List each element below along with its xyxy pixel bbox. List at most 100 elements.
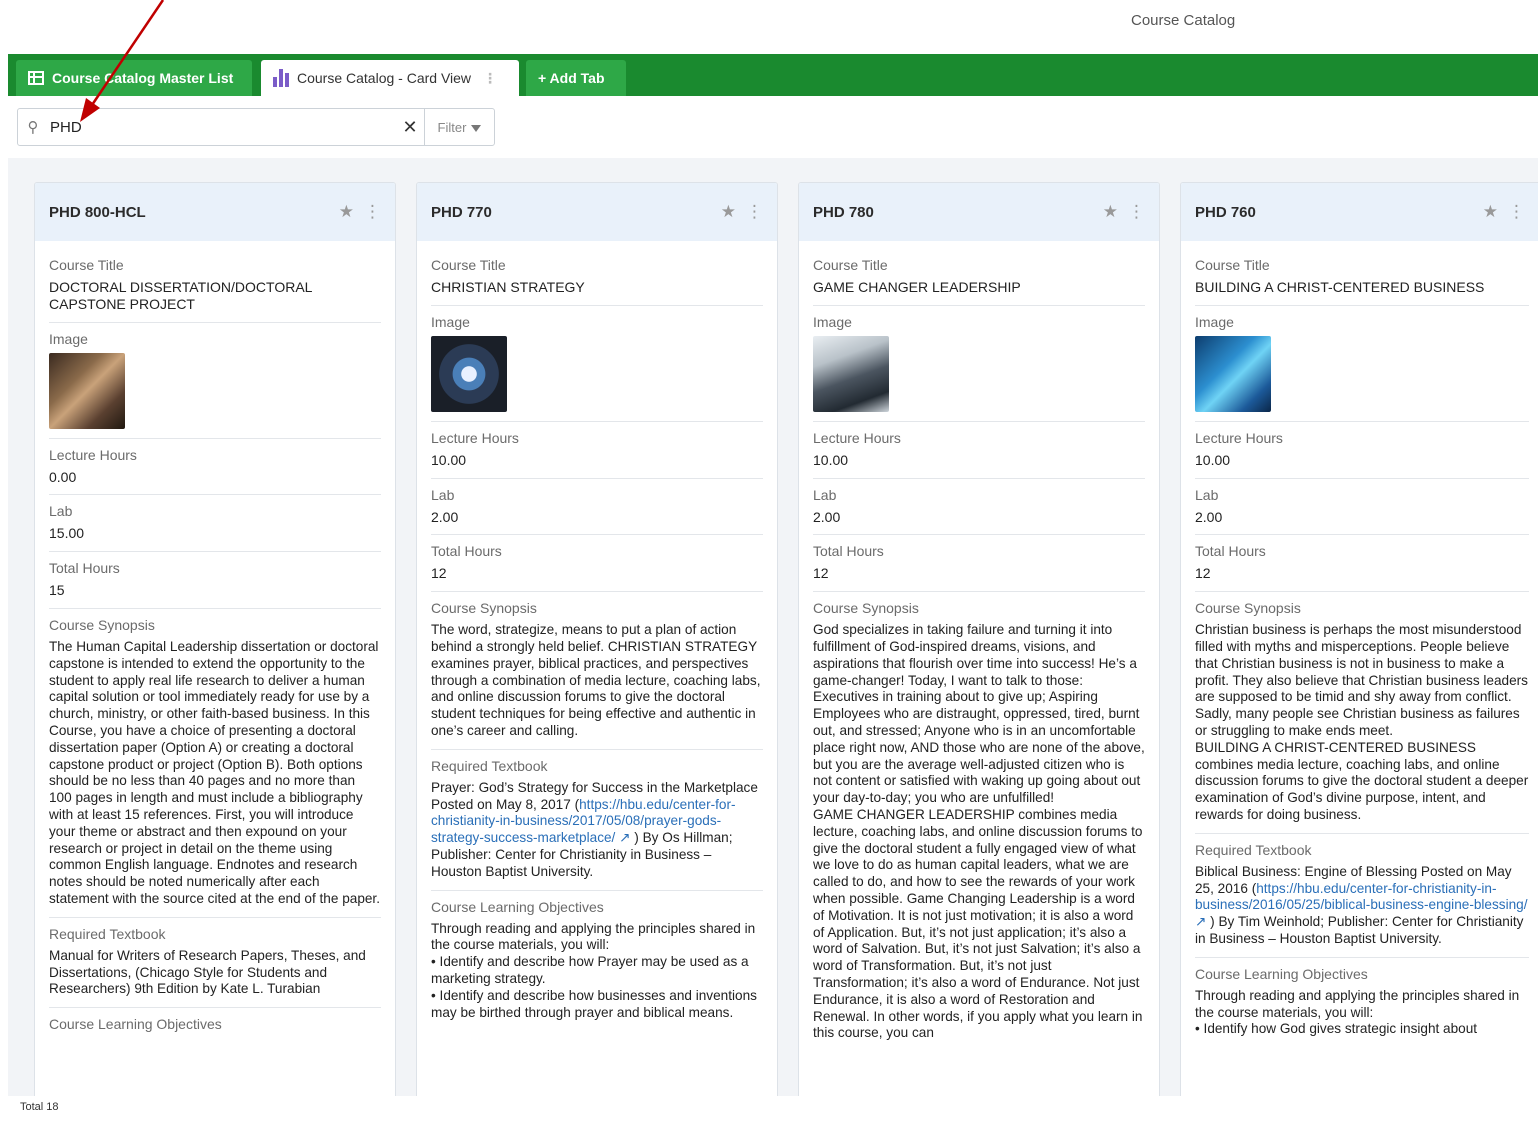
lab-hours: 2.00 bbox=[1195, 508, 1223, 525]
search-bar: ⚲ ✕ Filter bbox=[17, 108, 495, 146]
course-card[interactable]: PHD 770 ★ ⋮ Course Title CHRISTIAN STRAT… bbox=[416, 182, 778, 1096]
card-header: PHD 760 ★ ⋮ bbox=[1181, 183, 1538, 241]
course-title: DOCTORAL DISSERTATION/DOCTORAL CAPSTONE … bbox=[49, 279, 312, 312]
field-label: Lab bbox=[431, 486, 455, 503]
field-label: Course Title bbox=[49, 257, 124, 273]
field-label: Course Title bbox=[813, 257, 888, 273]
field-label: Image bbox=[431, 313, 470, 330]
field-label: Course Synopsis bbox=[813, 600, 919, 617]
course-synopsis: Christian business is perhaps the most m… bbox=[1195, 622, 1529, 822]
more-options-icon[interactable]: ⋮ bbox=[1508, 202, 1525, 222]
total-hours: 15 bbox=[49, 582, 65, 599]
field-label: Course Learning Objectives bbox=[49, 1016, 222, 1033]
field-label: Lab bbox=[49, 503, 73, 520]
course-synopsis: The Human Capital Leadership dissertatio… bbox=[49, 638, 380, 906]
add-tab-label: + Add Tab bbox=[538, 70, 605, 86]
field-label: Required Textbook bbox=[49, 925, 166, 942]
course-image[interactable] bbox=[431, 335, 507, 412]
record-count: Total 18 bbox=[0, 1096, 1538, 1121]
lecture-hours: 10.00 bbox=[1195, 451, 1231, 468]
filter-button[interactable]: Filter bbox=[424, 109, 494, 145]
field-label: Course Synopsis bbox=[49, 616, 155, 633]
lab-hours: 2.00 bbox=[813, 508, 841, 525]
field-label: Course Learning Objectives bbox=[431, 898, 604, 915]
more-options-icon[interactable]: ⋮ bbox=[1128, 202, 1145, 222]
field-label: Total Hours bbox=[1195, 543, 1266, 560]
course-learning-objectives: Through reading and applying the princip… bbox=[1195, 987, 1520, 1037]
field-label: Image bbox=[49, 330, 88, 347]
filter-label: Filter bbox=[437, 119, 467, 135]
course-code: PHD 780 bbox=[813, 203, 874, 221]
required-textbook: Prayer: God’s Strategy for Success in th… bbox=[431, 780, 763, 881]
tab-label: Course Catalog Master List bbox=[52, 70, 234, 86]
star-icon[interactable]: ★ bbox=[339, 202, 354, 222]
tab-course-catalog-master-list[interactable]: Course Catalog Master List bbox=[16, 60, 252, 96]
course-title: BUILDING A CHRIST-CENTERED BUSINESS bbox=[1195, 279, 1485, 295]
field-label: Image bbox=[1195, 313, 1234, 330]
app-title: Course Catalog bbox=[1131, 12, 1236, 29]
tab-label: Course Catalog - Card View bbox=[297, 70, 472, 86]
external-link-icon[interactable]: ↗ bbox=[1195, 914, 1210, 929]
lab-hours: 2.00 bbox=[431, 508, 459, 525]
star-icon[interactable]: ★ bbox=[1103, 202, 1118, 222]
course-synopsis: God specializes in taking failure and tu… bbox=[813, 622, 1145, 1041]
course-image[interactable] bbox=[1195, 335, 1271, 412]
card-header: PHD 770 ★ ⋮ bbox=[417, 183, 777, 241]
card-view-icon bbox=[273, 69, 289, 87]
total-hours: 12 bbox=[813, 565, 829, 582]
field-label: Required Textbook bbox=[1195, 841, 1312, 858]
field-label: Lecture Hours bbox=[813, 429, 901, 446]
card-header: PHD 780 ★ ⋮ bbox=[799, 183, 1159, 241]
more-options-icon[interactable]: ⋮ bbox=[746, 202, 763, 222]
course-code: PHD 800-HCL bbox=[49, 203, 146, 221]
field-label: Course Synopsis bbox=[1195, 600, 1301, 617]
search-icon: ⚲ bbox=[27, 119, 39, 136]
grid-icon bbox=[28, 71, 44, 85]
funnel-icon bbox=[471, 124, 482, 132]
card-header: PHD 800-HCL ★ ⋮ bbox=[35, 183, 395, 241]
field-label: Lecture Hours bbox=[431, 429, 519, 446]
field-label: Course Title bbox=[431, 257, 506, 273]
course-image[interactable] bbox=[813, 335, 889, 412]
field-label: Lab bbox=[1195, 486, 1219, 503]
course-title: CHRISTIAN STRATEGY bbox=[431, 279, 585, 295]
field-label: Required Textbook bbox=[431, 757, 548, 774]
field-label: Course Learning Objectives bbox=[1195, 965, 1368, 982]
course-title: GAME CHANGER LEADERSHIP bbox=[813, 279, 1021, 295]
field-label: Lecture Hours bbox=[49, 446, 137, 463]
course-code: PHD 760 bbox=[1195, 203, 1256, 221]
total-hours: 12 bbox=[431, 565, 447, 582]
course-image[interactable] bbox=[49, 352, 125, 429]
field-label: Total Hours bbox=[813, 543, 884, 560]
field-label: Course Synopsis bbox=[431, 600, 537, 617]
course-card[interactable]: PHD 800-HCL ★ ⋮ Course Title DOCTORAL DI… bbox=[34, 182, 396, 1096]
add-tab-button[interactable]: + Add Tab bbox=[526, 60, 626, 96]
textbook-text: ) By Tim Weinhold; Publisher: Center for… bbox=[1195, 914, 1524, 946]
total-hours: 12 bbox=[1195, 565, 1211, 582]
tab-more-icon[interactable]: ⋮ bbox=[483, 70, 497, 87]
required-textbook: Manual for Writers of Research Papers, T… bbox=[49, 947, 366, 997]
tab-course-catalog-card-view[interactable]: Course Catalog - Card View ⋮ bbox=[261, 60, 519, 96]
star-icon[interactable]: ★ bbox=[1483, 202, 1498, 222]
lecture-hours: 10.00 bbox=[813, 451, 849, 468]
field-label: Total Hours bbox=[431, 543, 502, 560]
course-code: PHD 770 bbox=[431, 203, 492, 221]
more-options-icon[interactable]: ⋮ bbox=[364, 202, 381, 222]
field-label: Lecture Hours bbox=[1195, 429, 1283, 446]
field-label: Image bbox=[813, 313, 852, 330]
field-label: Total Hours bbox=[49, 560, 120, 577]
lab-hours: 15.00 bbox=[49, 525, 85, 542]
field-label: Lab bbox=[813, 486, 837, 503]
external-link-icon[interactable]: ↗ bbox=[615, 830, 634, 845]
course-learning-objectives: Through reading and applying the princip… bbox=[431, 920, 757, 1020]
field-label: Course Title bbox=[1195, 257, 1270, 273]
lecture-hours: 0.00 bbox=[49, 468, 77, 485]
lecture-hours: 10.00 bbox=[431, 451, 467, 468]
course-card[interactable]: PHD 760 ★ ⋮ Course Title BUILDING A CHRI… bbox=[1180, 182, 1538, 1096]
course-card[interactable]: PHD 780 ★ ⋮ Course Title GAME CHANGER LE… bbox=[798, 182, 1160, 1096]
required-textbook: Biblical Business: Engine of Blessing Po… bbox=[1195, 864, 1529, 948]
star-icon[interactable]: ★ bbox=[721, 202, 736, 222]
search-input[interactable] bbox=[48, 112, 396, 142]
clear-search-icon[interactable]: ✕ bbox=[396, 117, 424, 138]
course-synopsis: The word, strategize, means to put a pla… bbox=[431, 622, 761, 738]
